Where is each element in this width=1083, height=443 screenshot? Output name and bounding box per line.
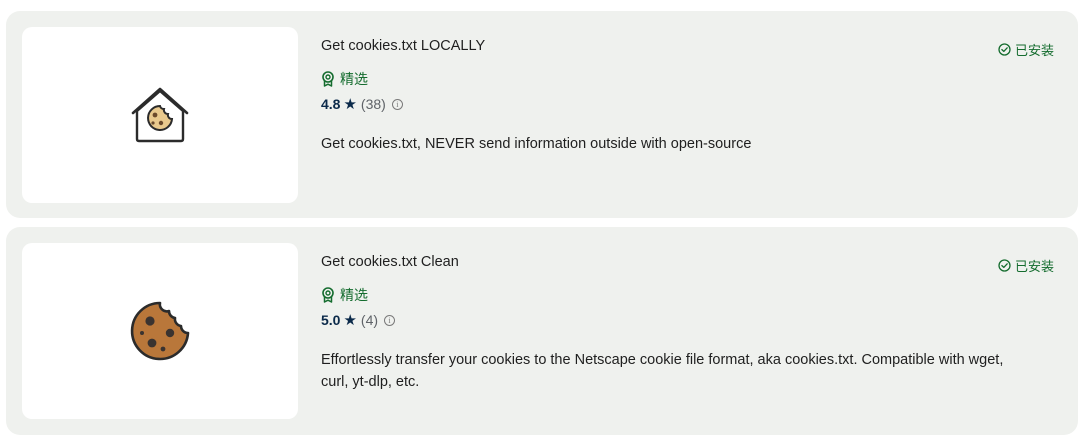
cookie-icon xyxy=(130,301,190,361)
extension-list: Get cookies.txt LOCALLY 精选 4.8 ★ (38) i … xyxy=(0,0,1083,443)
star-icon: ★ xyxy=(343,311,357,329)
rating-score: 5.0 xyxy=(321,312,341,328)
award-ribbon-icon xyxy=(322,71,334,87)
installed-status: 已安装 xyxy=(998,256,1054,275)
extension-title[interactable]: Get cookies.txt LOCALLY xyxy=(321,38,485,54)
extension-card[interactable]: Get cookies.txt Clean 精选 5.0 ★ (4) i Eff… xyxy=(6,227,1078,435)
cookie-house-icon xyxy=(131,87,189,143)
award-ribbon-icon xyxy=(322,287,334,303)
info-icon[interactable]: i xyxy=(384,314,396,326)
extension-description: Effortlessly transfer your cookies to th… xyxy=(321,352,1004,390)
info-icon[interactable]: i xyxy=(391,98,403,110)
star-icon: ★ xyxy=(343,95,357,113)
extension-title[interactable]: Get cookies.txt Clean xyxy=(321,254,459,270)
extension-thumbnail[interactable] xyxy=(22,243,298,419)
check-circle-icon xyxy=(998,43,1011,56)
rating-row: 4.8 ★ (38) i xyxy=(321,96,403,112)
rating-count: (4) xyxy=(360,312,379,328)
rating-count: (38) xyxy=(360,96,386,112)
rating-row: 5.0 ★ (4) i xyxy=(321,311,396,329)
installed-label: 已安装 xyxy=(1014,259,1054,274)
extension-info: Get cookies.txt Clean 精选 5.0 ★ (4) i Eff… xyxy=(321,227,1078,435)
extension-thumbnail[interactable] xyxy=(22,27,298,203)
installed-status: 已安装 xyxy=(998,40,1054,59)
extension-description: Get cookies.txt, NEVER send information … xyxy=(321,136,752,152)
rating-score: 4.8 xyxy=(321,96,341,112)
extension-info: Get cookies.txt LOCALLY 精选 4.8 ★ (38) i … xyxy=(321,11,1078,218)
featured-badge: 精选 xyxy=(321,285,368,305)
featured-label: 精选 xyxy=(340,71,368,87)
check-circle-icon xyxy=(998,259,1011,272)
installed-label: 已安装 xyxy=(1014,43,1054,58)
featured-badge: 精选 xyxy=(321,69,368,89)
featured-label: 精选 xyxy=(340,287,368,303)
extension-card[interactable]: Get cookies.txt LOCALLY 精选 4.8 ★ (38) i … xyxy=(6,11,1078,218)
